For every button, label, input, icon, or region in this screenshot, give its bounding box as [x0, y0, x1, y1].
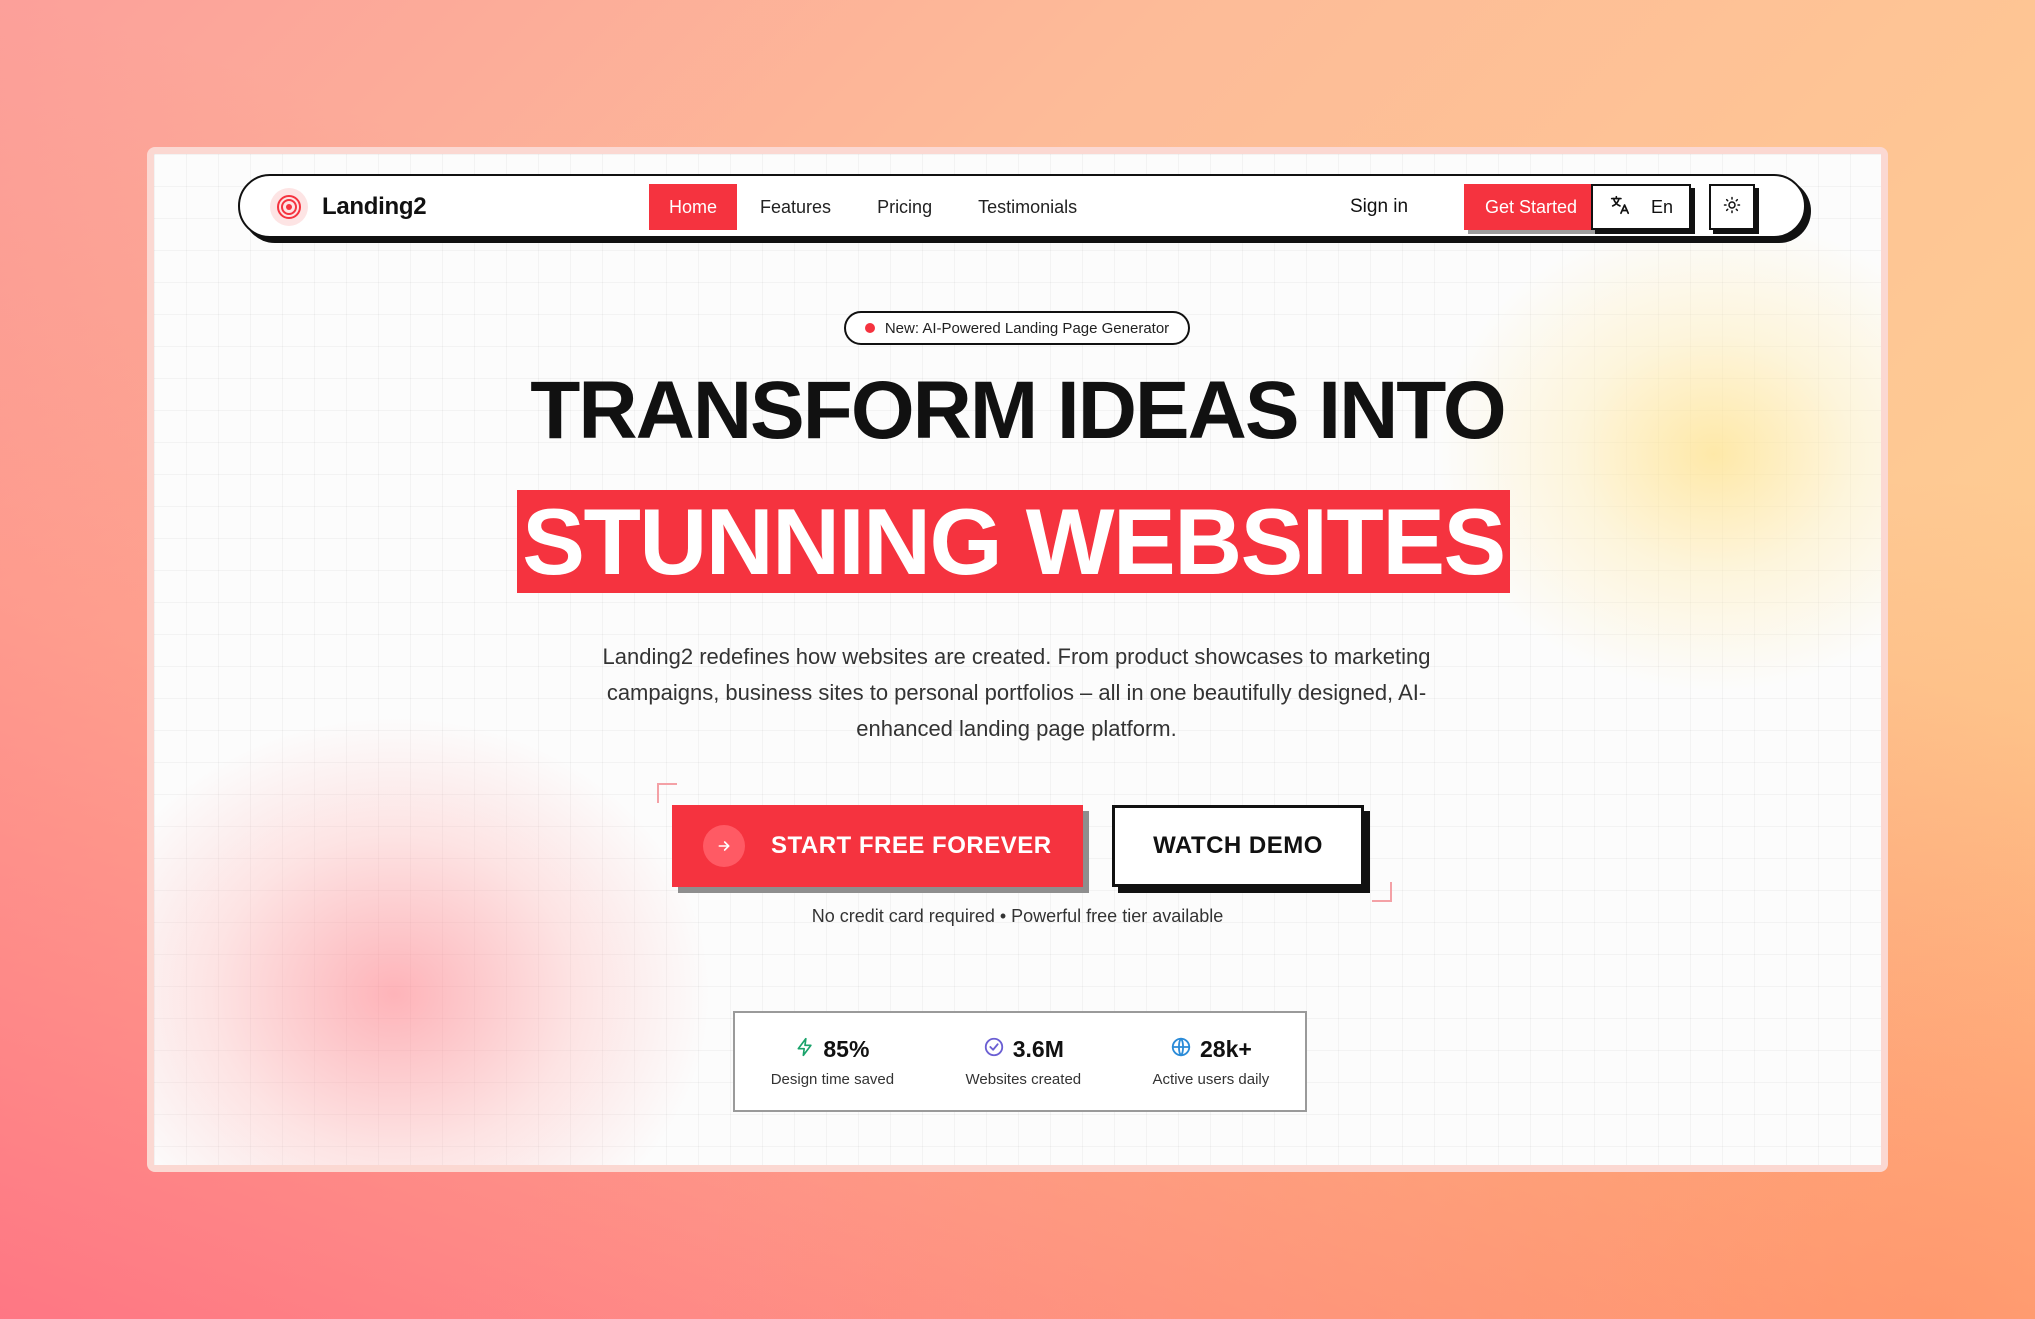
check-circle-icon — [983, 1036, 1005, 1063]
announcement-badge[interactable]: New: AI-Powered Landing Page Generator — [844, 311, 1190, 345]
stat-value: 3.6M — [1012, 1035, 1064, 1062]
start-free-button[interactable]: START FREE FOREVER — [672, 805, 1083, 887]
brand[interactable]: Landing2 — [270, 188, 427, 226]
status-dot-icon — [864, 323, 875, 333]
nav-link-testimonials[interactable]: Testimonials — [955, 184, 1100, 230]
sun-icon — [1723, 196, 1741, 219]
arrow-right-icon — [703, 825, 745, 867]
stat-websites-created: 3.6M Websites created — [966, 1036, 1082, 1088]
watch-demo-button[interactable]: WATCH DEMO — [1112, 805, 1364, 887]
nav-link-pricing[interactable]: Pricing — [854, 184, 955, 230]
nav-link-features[interactable]: Features — [737, 184, 854, 230]
browser-frame: Landing2 Home Features Pricing Testimoni… — [147, 147, 1888, 1172]
page-window: Landing2 Home Features Pricing Testimoni… — [154, 154, 1881, 1165]
target-logo-icon — [270, 188, 308, 226]
language-selector[interactable]: En — [1591, 184, 1691, 230]
stats-panel: 85% Design time saved 3.6M Websites crea… — [733, 1011, 1307, 1112]
stat-active-users: 28k+ Active users daily — [1153, 1036, 1270, 1088]
lightning-icon — [795, 1036, 815, 1063]
decorative-corner-bottom-right — [1372, 882, 1392, 902]
stat-design-time: 85% Design time saved — [771, 1036, 894, 1088]
navbar: Landing2 Home Features Pricing Testimoni… — [238, 174, 1806, 238]
hero-subtitle: Landing2 redefines how websites are crea… — [602, 644, 1431, 741]
nav-link-home[interactable]: Home — [649, 184, 738, 230]
get-started-button[interactable]: Get Started — [1464, 184, 1599, 230]
hero-headline-highlight: STUNNING WEBSITES — [517, 490, 1510, 593]
translate-icon — [1609, 194, 1631, 221]
cta-note: No credit card required • Powerful free … — [811, 906, 1224, 926]
globe-icon — [1170, 1036, 1192, 1063]
stat-label: Websites created — [965, 1070, 1082, 1088]
sign-in-link[interactable]: Sign in — [1350, 196, 1408, 218]
stat-label: Design time saved — [770, 1070, 895, 1088]
decorative-corner-top-left — [657, 783, 677, 803]
hero-headline: TRANSFORM IDEAS INTO — [530, 365, 1506, 456]
badge-text: New: AI-Powered Landing Page Generator — [884, 319, 1170, 337]
start-free-label: START FREE FOREVER — [771, 832, 1052, 859]
nav-links: Home Features Pricing Testimonials — [649, 184, 1100, 230]
stat-value: 28k+ — [1200, 1035, 1252, 1062]
theme-toggle[interactable] — [1709, 184, 1755, 230]
decorative-glow-pink — [154, 714, 714, 1165]
brand-name: Landing2 — [322, 193, 427, 220]
language-label: En — [1650, 196, 1674, 217]
hero-headline-accent: STUNNING WEBSITES — [522, 488, 1506, 594]
stat-value: 85% — [823, 1035, 870, 1062]
stat-label: Active users daily — [1152, 1070, 1270, 1088]
